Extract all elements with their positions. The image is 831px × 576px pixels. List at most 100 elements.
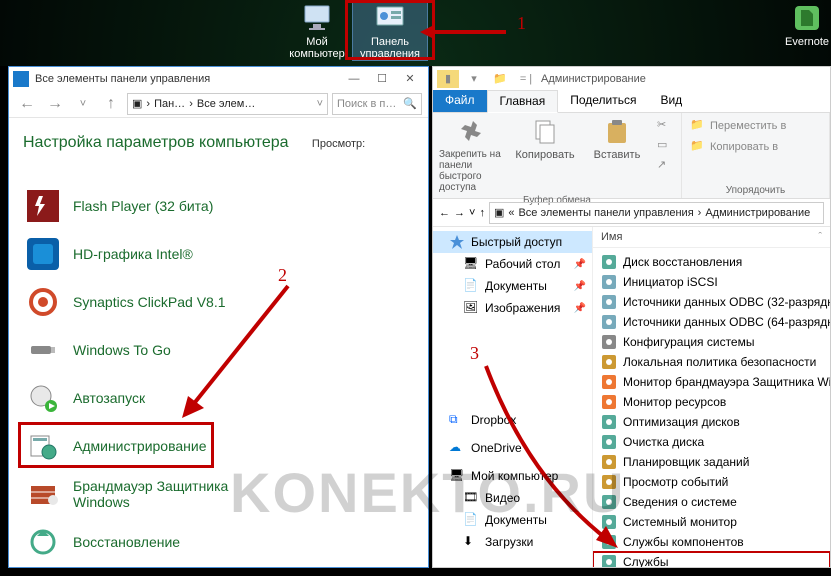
file-name: Источники данных ODBC (32-разрядна… [623, 295, 830, 309]
cp-item-recovery[interactable]: Восстановление [23, 518, 418, 566]
up-button[interactable]: ↑ [479, 207, 485, 219]
ribbon-group-organize: Упорядочить [688, 185, 823, 196]
control-panel-icon [13, 71, 29, 87]
downloads-icon: ⬇ [463, 534, 479, 550]
column-header-name[interactable]: Имяˆ [593, 227, 830, 248]
ex-titlebar[interactable]: ▮ ▾ 📁 = | Администрирование [433, 67, 830, 90]
copy-to-icon: 📁 [690, 139, 706, 155]
synaptics-icon [27, 286, 59, 318]
file-name: Службы компонентов [623, 535, 744, 549]
file-name: Конфигурация системы [623, 335, 754, 349]
recovery-icon [27, 526, 59, 558]
cp-item-flash[interactable]: Flash Player (32 бита) [23, 182, 418, 230]
maximize-button[interactable]: ☐ [368, 69, 396, 89]
ex-breadcrumb[interactable]: ▣ « Все элементы панели управления › Адм… [489, 202, 824, 224]
folder-icon: ▮ [437, 70, 459, 88]
desktop-icon-label: Evernote [770, 36, 831, 48]
pin-icon: 📌 [574, 281, 586, 292]
tab-home[interactable]: Главная [487, 90, 559, 113]
cp-titlebar[interactable]: Все элементы панели управления — ☐ ✕ [9, 67, 428, 90]
path-icon: ▭ [657, 138, 673, 154]
pin-icon: 📌 [574, 259, 586, 270]
paste-icon [602, 117, 632, 147]
watermark: KONEKTO.RU [230, 460, 625, 525]
annotation-number-1: 1 [517, 13, 526, 34]
shortcut-icon [601, 334, 617, 350]
star-icon [449, 234, 465, 250]
annotation-arrow-2 [170, 278, 300, 428]
back-button[interactable]: ← [15, 92, 39, 116]
pin-icon: 📌 [574, 303, 586, 314]
forward-button[interactable]: → [43, 92, 67, 116]
tab-file[interactable]: Файл [433, 90, 487, 112]
tab-view[interactable]: Вид [648, 90, 694, 112]
file-row[interactable]: Источники данных ODBC (32-разрядна… [593, 292, 830, 312]
evernote-icon [791, 2, 823, 34]
intel-icon [27, 238, 59, 270]
nav-documents[interactable]: 📄Документы📌 [433, 275, 592, 297]
shortcut-icon: ↗ [657, 158, 673, 174]
back-button[interactable]: ← [439, 207, 450, 219]
file-row[interactable]: Конфигурация системы [593, 332, 830, 352]
cp-title-text: Все элементы панели управления [35, 73, 210, 85]
ex-address-bar: ← → ˅ ↑ ▣ « Все элементы панели управлен… [433, 199, 830, 227]
file-name: Локальная политика безопасности [623, 355, 816, 369]
ribbon-move-to-button[interactable]: 📁Переместить в [688, 117, 823, 135]
minimize-button[interactable]: — [340, 69, 368, 89]
annotation-box-2 [18, 422, 214, 468]
ribbon-paste-button[interactable]: Вставить [583, 117, 651, 193]
cp-view-label: Просмотр: [312, 138, 365, 150]
ex-ribbon: Закрепить на панели быстрого доступа Коп… [433, 113, 830, 199]
nav-pictures[interactable]: 🖼Изображения📌 [433, 297, 592, 319]
tab-share[interactable]: Поделиться [558, 90, 648, 112]
ribbon-copy-to-button[interactable]: 📁Копировать в [688, 138, 823, 156]
file-name: Источники данных ODBC (64-разрядна… [623, 315, 830, 329]
file-row[interactable]: Диск восстановления [593, 252, 830, 272]
file-name: Диск восстановления [623, 255, 742, 269]
file-row[interactable]: Источники данных ODBC (64-разрядна… [593, 312, 830, 332]
shortcut-icon [601, 254, 617, 270]
annotation-arrow-1 [418, 22, 508, 42]
ribbon-paste-shortcut-button[interactable]: ↗ [655, 157, 675, 175]
folder-icon: 📁 [489, 70, 511, 88]
cut-icon: ✂ [657, 118, 673, 134]
annotation-arrow-3 [478, 358, 638, 558]
cp-breadcrumb[interactable]: ▣ › Пан… › Все элем… ˅ [127, 93, 328, 115]
ribbon-cut-button[interactable]: ✂ [655, 117, 675, 135]
desktop-icon: 🖥 [463, 256, 479, 272]
file-name: Монитор ресурсов [623, 395, 726, 409]
cp-search-input[interactable]: Поиск в п… 🔍 [332, 93, 422, 115]
desktop-icon-my-computer[interactable]: Мой компьютер [280, 2, 354, 60]
onedrive-icon: ☁ [449, 440, 465, 456]
desktop-icon-label: Мой компьютер [280, 36, 354, 60]
separator: = | [515, 70, 537, 88]
file-row[interactable]: Инициатор iSCSI [593, 272, 830, 292]
qa-toggle[interactable]: ▾ [463, 70, 485, 88]
control-panel-icon: ▣ [132, 97, 142, 110]
forward-button[interactable]: → [454, 207, 465, 219]
file-name: Монитор брандмауэра Защитника Win… [623, 375, 830, 389]
history-dropdown[interactable]: ˅ [71, 92, 95, 116]
documents-icon: 📄 [463, 278, 479, 294]
ribbon-pin-button[interactable]: Закрепить на панели быстрого доступа [439, 117, 507, 193]
copy-icon [530, 117, 560, 147]
file-name: Системный монитор [623, 515, 737, 529]
history-dropdown[interactable]: ˅ [469, 207, 475, 219]
up-button[interactable]: ↑ [99, 92, 123, 116]
ribbon-copy-button[interactable]: Копировать [511, 117, 579, 193]
nav-desktop[interactable]: 🖥Рабочий стол📌 [433, 253, 592, 275]
usb-drive-icon [27, 334, 59, 366]
close-button[interactable]: ✕ [396, 69, 424, 89]
flash-icon [27, 190, 59, 222]
move-icon: 📁 [690, 118, 706, 134]
desktop-icon-evernote[interactable]: Evernote [770, 2, 831, 48]
ex-ribbon-tabs: Файл Главная Поделиться Вид [433, 90, 830, 113]
cp-address-bar: ← → ˅ ↑ ▣ › Пан… › Все элем… ˅ Поиск в п… [9, 90, 428, 118]
search-icon: 🔍 [403, 97, 417, 110]
cp-item-intel-hd[interactable]: HD-графика Intel® [23, 230, 418, 278]
ribbon-copy-path-button[interactable]: ▭ [655, 137, 675, 155]
pictures-icon: 🖼 [463, 300, 479, 316]
nav-quick-access[interactable]: Быстрый доступ [433, 231, 592, 253]
shortcut-icon [601, 274, 617, 290]
autoplay-icon [27, 382, 59, 414]
